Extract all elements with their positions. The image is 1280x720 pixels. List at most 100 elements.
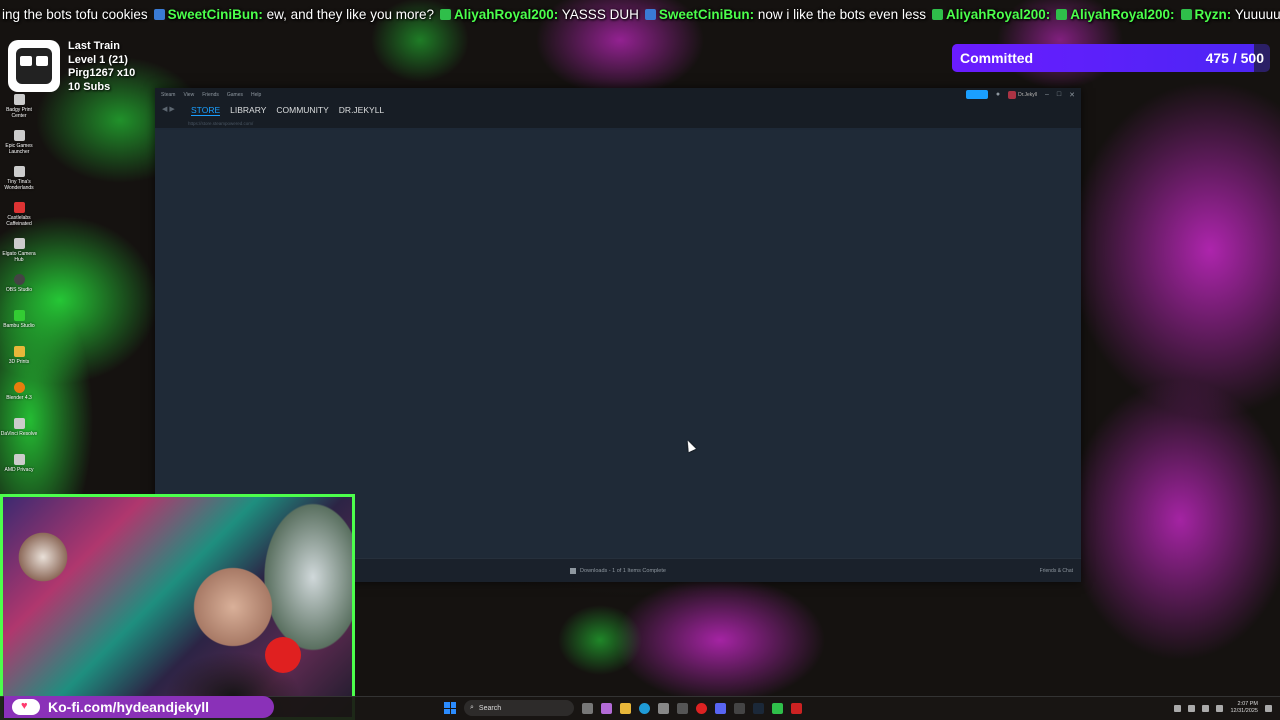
kofi-banner: Ko-fi.com/hydeandjekyll — [4, 696, 274, 718]
chat-icon — [931, 9, 943, 21]
menu-help[interactable]: Help — [251, 92, 261, 98]
taskbar-apps: ⌕ Search — [444, 700, 802, 716]
taskbar-search[interactable]: ⌕ Search — [464, 700, 574, 716]
network-icon[interactable] — [1188, 704, 1196, 712]
tab-store[interactable]: STORE — [191, 105, 221, 116]
desktop-icon[interactable]: Bambu Studio — [0, 306, 38, 342]
bell-icon[interactable]: ● — [996, 91, 1000, 98]
menu-games[interactable]: Games — [227, 92, 243, 98]
start-button[interactable] — [444, 702, 456, 714]
ticker-item: Ryzn: Yuuuuur — [1180, 7, 1280, 22]
train-user: Pirg1267 x10 — [68, 67, 136, 79]
desktop-icon[interactable]: Blender 4.3 — [0, 378, 38, 414]
friends-chat-button[interactable]: Friends & Chat — [1040, 568, 1073, 574]
ticker-item: SweetCiniBun: ew, and they like you more… — [153, 7, 434, 22]
chat-icon — [1180, 9, 1192, 21]
stream-scene: ing the bots tofu cookies SweetCiniBun: … — [0, 0, 1280, 720]
chat-icon — [1056, 9, 1068, 21]
chat-icon — [153, 9, 165, 21]
train-title: Last Train — [68, 40, 120, 52]
printer-icon — [13, 94, 25, 105]
goal-label: Committed — [960, 50, 1034, 66]
avatar — [1008, 90, 1017, 99]
menu-view[interactable]: View — [183, 92, 194, 98]
hype-train-widget: Last Train Level 1 (21) Pirg1267 x10 10 … — [8, 40, 135, 94]
steam-nav: STORE LIBRARY COMMUNITY DR.JEKYLL — [155, 102, 1081, 118]
tab-community[interactable]: COMMUNITY — [276, 105, 328, 115]
desktop-icon[interactable]: Badgy Print Center — [0, 90, 38, 126]
camera-icon — [13, 238, 25, 249]
copilot-icon[interactable] — [601, 702, 612, 714]
bambu-icon — [13, 310, 25, 321]
menu-friends[interactable]: Friends — [202, 92, 219, 98]
ticker-item: SweetCiniBun: now i like the bots even l… — [644, 7, 926, 22]
desktop-icon[interactable]: Tiny Tina's Wonderlands — [0, 162, 38, 198]
folder-icon — [13, 346, 25, 357]
goal-count: 475 / 500 — [1205, 50, 1264, 66]
steam-menubar: Steam View Friends Games Help ● Dr.Jekyl… — [155, 88, 1081, 102]
url-bar[interactable]: https://store.steampowered.com/ — [155, 118, 1081, 128]
clock[interactable]: 2:07 PM 12/31/2025 — [1230, 701, 1258, 715]
ticker-item: ing the bots tofu cookies — [2, 6, 148, 22]
desktop-icon[interactable]: 3D Prints — [0, 342, 38, 378]
train-icon — [8, 40, 60, 92]
tab-profile[interactable]: DR.JEKYLL — [339, 105, 384, 115]
train-info: Last Train Level 1 (21) Pirg1267 x10 10 … — [68, 40, 135, 94]
file-explorer-icon[interactable] — [620, 702, 631, 714]
epic-games-icon — [13, 130, 25, 141]
system-tray: 2:07 PM 12/31/2025 — [1174, 701, 1272, 715]
close-icon[interactable]: ✕ — [1069, 91, 1075, 99]
nav-arrows: ◀ ▶ — [162, 105, 175, 113]
blender-icon — [13, 382, 25, 393]
window-controls: ● Dr.Jekyll – □ ✕ — [965, 90, 1075, 99]
app-icon[interactable] — [772, 702, 783, 714]
volume-icon[interactable] — [1202, 704, 1210, 712]
search-icon: ⌕ — [470, 704, 474, 711]
desktop-icon[interactable]: DaVinci Resolve — [0, 414, 38, 450]
tab-library[interactable]: LIBRARY — [230, 105, 266, 115]
maximize-icon[interactable]: □ — [1057, 91, 1061, 98]
desktop-icons: Badgy Print Center Epic Games Launcher T… — [0, 90, 38, 486]
minimize-icon[interactable]: – — [1045, 91, 1049, 98]
ticker-item: AliyahRoyal200: — [1056, 7, 1175, 22]
menu-steam[interactable]: Steam — [161, 92, 175, 98]
app-icon[interactable] — [791, 702, 802, 714]
app-icon[interactable] — [677, 702, 688, 714]
back-arrow-icon[interactable]: ◀ — [162, 106, 167, 113]
store-icon[interactable] — [658, 702, 669, 714]
chat-ticker: ing the bots tofu cookies SweetCiniBun: … — [0, 0, 1280, 28]
twitch-icon[interactable] — [734, 702, 745, 714]
kofi-cup-icon — [12, 699, 40, 715]
user-menu[interactable]: Dr.Jekyll — [1008, 90, 1037, 99]
train-subs: 10 Subs — [68, 80, 111, 93]
task-view-icon[interactable] — [582, 702, 593, 714]
ticker-item: AliyahRoyal200: YASSS DUH — [439, 7, 639, 22]
notification-icon[interactable] — [1265, 704, 1272, 712]
desktop-icon[interactable]: Castlelabs Caffeinated — [0, 198, 38, 234]
webcam-overlay — [0, 494, 355, 720]
kofi-link: Ko-fi.com/hydeandjekyll — [48, 699, 210, 715]
chat-icon — [439, 9, 451, 21]
steam-icon[interactable] — [753, 702, 764, 714]
announce-button[interactable] — [965, 90, 988, 99]
battery-icon[interactable] — [1216, 704, 1224, 712]
download-icon — [570, 567, 577, 574]
desktop-icon[interactable]: Epic Games Launcher — [0, 126, 38, 162]
amd-icon — [13, 454, 25, 465]
microphone-icon — [265, 637, 301, 673]
davinci-icon — [13, 418, 25, 429]
desktop-icon[interactable]: OBS Studio — [0, 270, 38, 306]
desktop-icon[interactable]: AMD Privacy — [0, 450, 38, 486]
discord-icon[interactable] — [715, 702, 726, 714]
edge-icon[interactable] — [639, 702, 650, 714]
ticker-item: AliyahRoyal200: — [931, 7, 1050, 22]
game-icon — [13, 166, 25, 177]
desktop-icon[interactable]: Elgato Camera Hub — [0, 234, 38, 270]
chevron-up-icon[interactable] — [1174, 704, 1182, 712]
caffeinated-icon — [13, 202, 25, 213]
opera-icon[interactable] — [696, 702, 707, 714]
obs-icon — [13, 274, 25, 285]
train-level: Level 1 (21) — [68, 53, 128, 66]
forward-arrow-icon[interactable]: ▶ — [169, 106, 174, 113]
bolt-icon — [644, 9, 656, 21]
